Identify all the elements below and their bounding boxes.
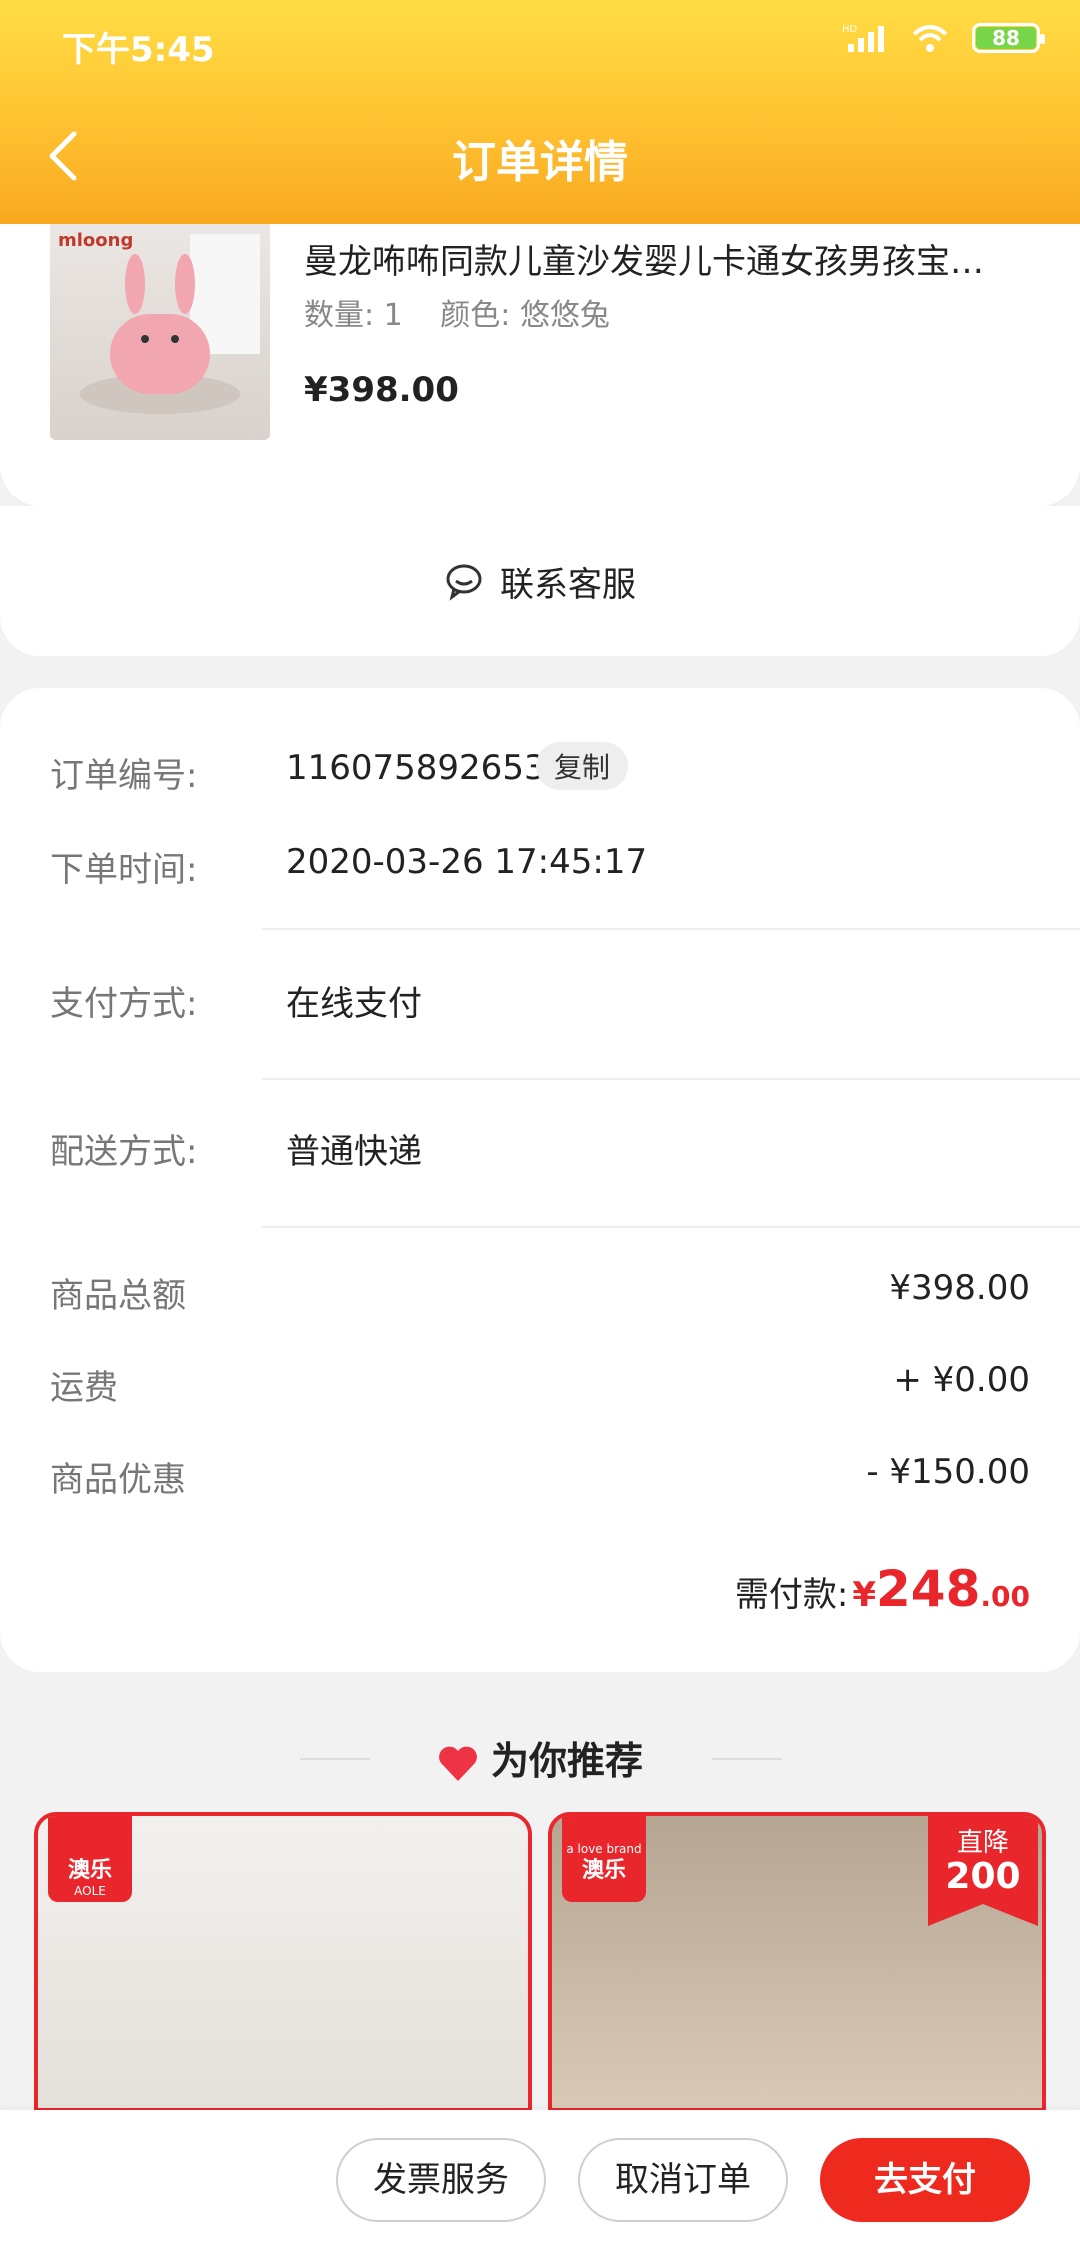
battery-icon: 88 xyxy=(972,23,1045,53)
status-icons: HD 88 xyxy=(842,22,1045,54)
discount-badge-line1: 直降 xyxy=(956,1828,1009,1858)
payable-total: 需付款: ¥ 248 .00 xyxy=(735,1560,1030,1618)
subtotal-label: 商品总额 xyxy=(50,1276,186,1316)
signal-icon: HD xyxy=(842,24,884,52)
order-time: 2020-03-26 17:45:17 xyxy=(286,842,648,882)
order-number-label: 订单编号: xyxy=(50,756,198,796)
product-title[interactable]: 曼龙咘咘同款儿童沙发婴儿卡通女孩男孩宝… xyxy=(304,234,1004,283)
wifi-icon xyxy=(912,25,948,52)
chat-icon xyxy=(446,564,482,601)
delivery-label: 配送方式: xyxy=(50,1132,198,1172)
brand-badge-sub: a love brand xyxy=(566,1842,642,1856)
discount-badge: 直降 200 xyxy=(928,1816,1038,1926)
copy-button[interactable]: 复制 xyxy=(536,742,629,790)
product-color: 颜色: 悠悠兔 xyxy=(440,298,610,333)
payable-label: 需付款: xyxy=(734,1575,849,1615)
discount-amount: - ¥150.00 xyxy=(866,1452,1030,1492)
product-price: ¥398.00 xyxy=(304,370,459,410)
order-number: 116075892653 xyxy=(286,748,546,788)
brand-badge: 澳乐 xyxy=(562,1816,646,1902)
pay-button[interactable]: 去支付 xyxy=(820,2138,1030,2222)
network-label: HD xyxy=(842,24,858,35)
divider xyxy=(262,1078,1080,1080)
divider xyxy=(262,1226,1080,1228)
shipping-amount: + ¥0.00 xyxy=(893,1360,1030,1400)
cancel-order-button[interactable]: 取消订单 xyxy=(578,2138,788,2222)
subtotal-amount: ¥398.00 xyxy=(889,1268,1030,1308)
shipping-label: 运费 xyxy=(50,1368,118,1408)
battery-level: 88 xyxy=(976,27,1036,49)
product-meta: 数量: 1 颜色: 悠悠兔 xyxy=(304,290,610,334)
page-title: 订单详情 xyxy=(452,137,628,188)
heart-icon xyxy=(439,1746,477,1781)
brand-logo: mloong xyxy=(58,230,134,251)
sofa-illustration xyxy=(80,234,260,414)
recommend-item[interactable]: 澳乐 AOLE xyxy=(34,1812,532,2112)
product-card[interactable]: mloong 曼龙咘咘同款儿童沙发婴儿卡通女孩男孩宝… 数量: 1 颜色: 悠悠… xyxy=(0,224,1080,506)
payment-label: 支付方式: xyxy=(50,984,198,1024)
service-card: 联系客服 xyxy=(0,506,1080,656)
contact-service-button[interactable]: 联系客服 xyxy=(444,557,636,606)
recommend-title-text: 为你推荐 xyxy=(490,1739,643,1783)
payable-decimal: .00 xyxy=(980,1580,1030,1613)
product-image[interactable]: mloong xyxy=(50,224,270,440)
payable-integer: 248 xyxy=(876,1560,981,1618)
divider xyxy=(262,928,1080,930)
order-info-card: 订单编号: 116075892653 复制 下单时间: 2020-03-26 1… xyxy=(0,688,1080,1672)
delivery-method: 普通快递 xyxy=(286,1132,422,1172)
payable-symbol: ¥ xyxy=(852,1575,877,1615)
recommend-title: 为你推荐 xyxy=(0,1730,1080,1785)
discount-badge-line2: 200 xyxy=(945,1856,1021,1897)
invoice-button[interactable]: 发票服务 xyxy=(336,2138,546,2222)
recommend-item[interactable]: 澳乐 a love brand 直降 200 xyxy=(548,1812,1046,2112)
status-time: 下午5:45 xyxy=(62,30,215,70)
brand-badge-sub: AOLE xyxy=(74,1884,106,1898)
contact-service-label: 联系客服 xyxy=(500,564,636,605)
discount-label: 商品优惠 xyxy=(50,1460,186,1500)
bottom-action-bar: 发票服务 取消订单 去支付 xyxy=(0,2110,1080,2248)
order-time-label: 下单时间: xyxy=(50,850,198,890)
product-quantity: 数量: 1 xyxy=(304,298,403,333)
header-bar: 下午5:45 HD 88 订单详情 xyxy=(0,0,1080,224)
payment-method: 在线支付 xyxy=(286,984,422,1024)
